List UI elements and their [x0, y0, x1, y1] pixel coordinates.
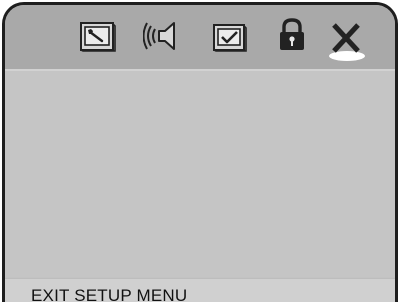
status-bar: EXIT SETUP MENU: [5, 278, 395, 302]
setup-menu-screen: EXIT SETUP MENU: [2, 2, 398, 302]
preferences-icon[interactable]: [210, 22, 250, 54]
password-lock-icon[interactable]: [277, 17, 307, 53]
exit-icon[interactable]: [323, 17, 369, 65]
setup-menu-content-area: [5, 71, 395, 277]
status-text: EXIT SETUP MENU: [31, 286, 188, 302]
general-setup-icon[interactable]: [77, 20, 117, 54]
setup-menu-icon-bar: [5, 5, 395, 71]
audio-setup-icon[interactable]: [143, 18, 183, 54]
selection-highlight: [329, 51, 365, 61]
